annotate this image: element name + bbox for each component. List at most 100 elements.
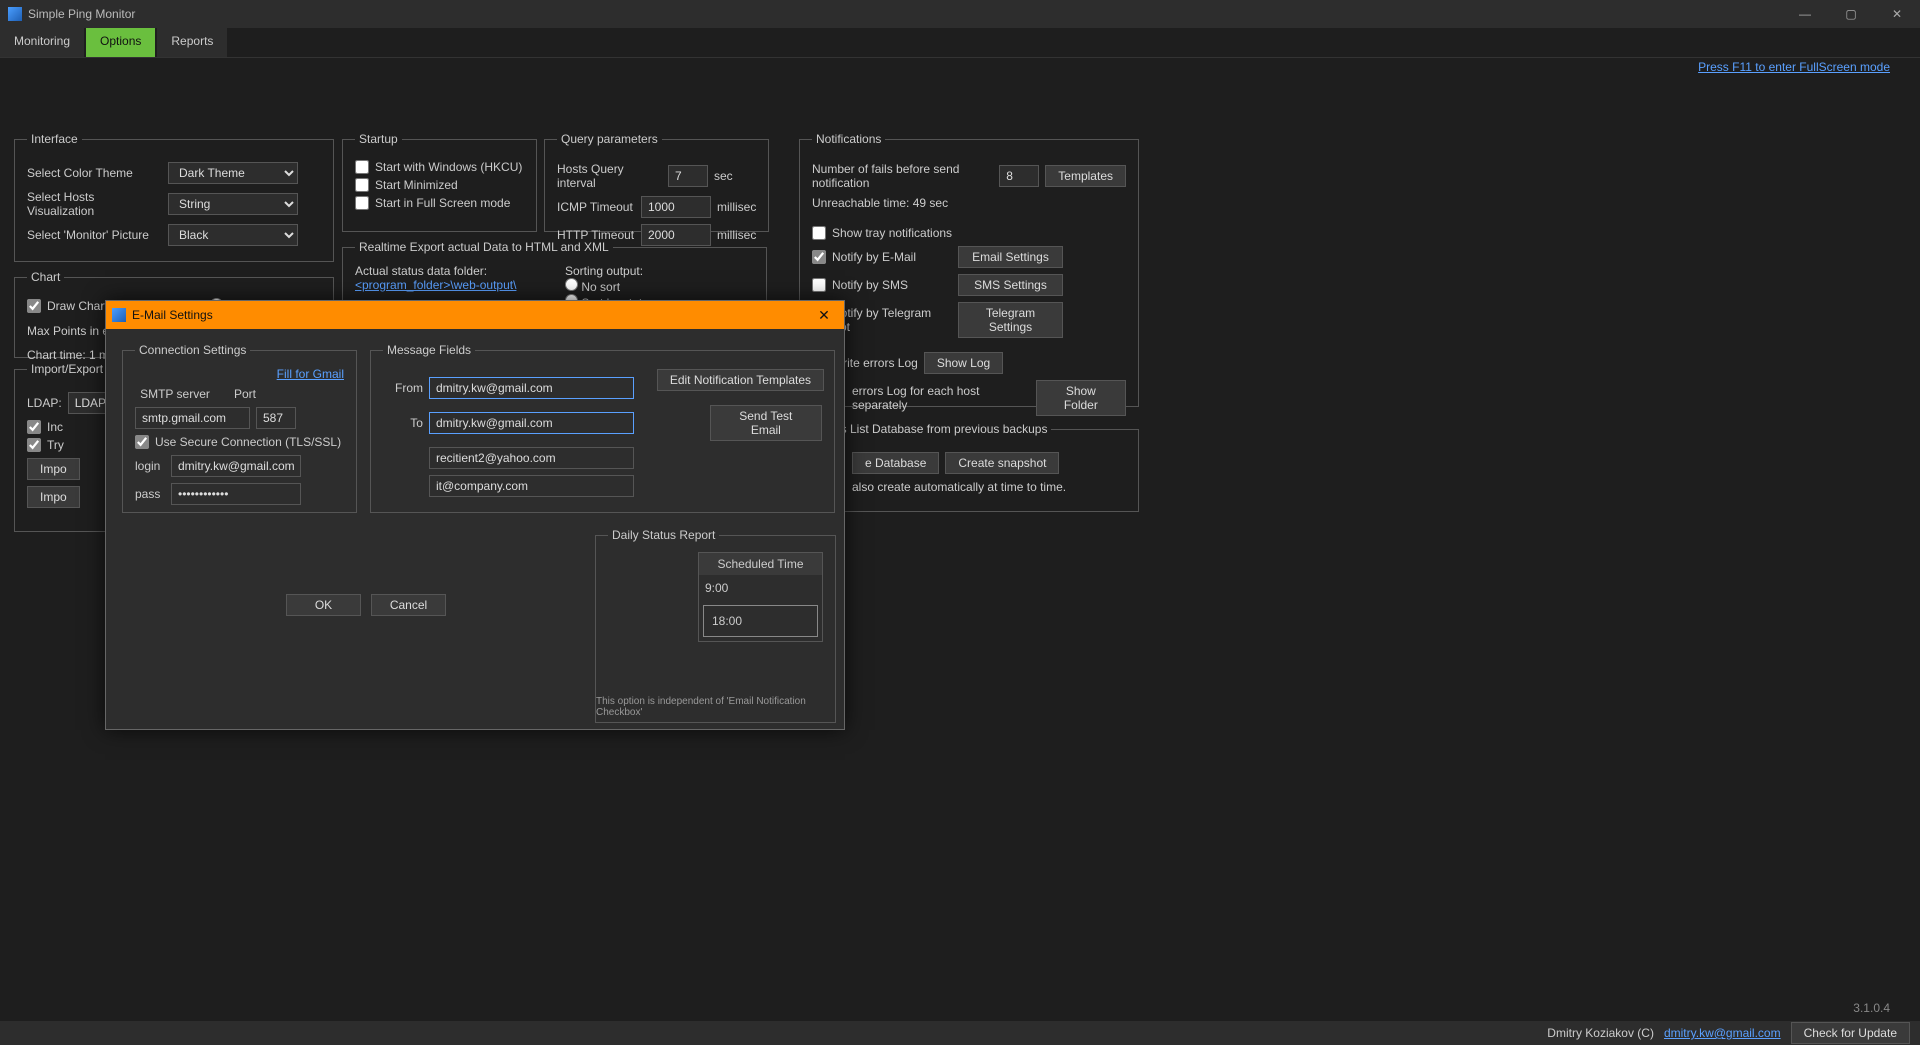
interface-group: Interface Select Color Theme Dark Theme … [14,132,334,262]
import-export-legend: Import/Export h [27,362,117,376]
tab-monitoring[interactable]: Monitoring [0,28,84,57]
app-icon [8,7,22,21]
ldap-label: LDAP: [27,396,62,410]
tray-checkbox[interactable] [812,226,826,240]
connection-settings-group: Connection Settings Fill for Gmail SMTP … [122,343,357,513]
smtp-input[interactable] [135,407,250,429]
errors-per-host-label: errors Log for each host separately [852,384,1030,412]
close-button[interactable]: ✕ [1874,0,1920,28]
secure-checkbox[interactable] [135,435,149,449]
interface-legend: Interface [27,132,82,146]
to-input-3[interactable] [429,475,634,497]
tray-label: Show tray notifications [832,226,952,240]
start-fullscreen-checkbox[interactable] [355,196,369,210]
secure-label: Use Secure Connection (TLS/SSL) [155,435,341,449]
sec-label: sec [714,169,733,183]
dialog-close-button[interactable]: ✕ [810,307,838,324]
ok-button[interactable]: OK [286,594,361,616]
telegram-settings-button[interactable]: Telegram Settings [958,302,1063,338]
show-folder-button[interactable]: Show Folder [1036,380,1126,416]
query-legend: Query parameters [557,132,662,146]
titlebar: Simple Ping Monitor — ▢ ✕ [0,0,1920,28]
fails-label: Number of fails before send notification [812,162,993,190]
also-create-label: also create automatically at time to tim… [852,480,1066,494]
telegram-label: Notify by Telegram Bot [832,306,952,334]
check-update-button[interactable]: Check for Update [1791,1022,1910,1044]
inc-checkbox[interactable] [27,420,41,434]
millisec-label-2: millisec [717,228,756,242]
smtp-label: SMTP server [135,387,215,401]
minimize-button[interactable]: — [1782,0,1828,28]
monitor-pic-select[interactable]: Black [168,224,298,246]
no-sort-radio[interactable] [565,278,578,291]
sms-label: Notify by SMS [832,278,952,292]
sms-checkbox[interactable] [812,278,826,292]
chart-legend: Chart [27,270,64,284]
version-label: 3.1.0.4 [1853,1001,1890,1015]
hosts-vis-label: Select Hosts Visualization [27,190,162,218]
try-label: Try [47,438,64,452]
daily-legend: Daily Status Report [608,528,719,542]
daily-note: This option is independent of 'Email Not… [596,696,829,718]
start-windows-checkbox[interactable] [355,160,369,174]
email-checkbox[interactable] [812,250,826,264]
email-settings-dialog: E-Mail Settings ✕ Connection Settings Fi… [105,300,845,730]
try-checkbox[interactable] [27,438,41,452]
author-email-link[interactable]: dmitry.kw@gmail.com [1664,1026,1781,1040]
edit-templates-button[interactable]: Edit Notification Templates [657,369,824,391]
actual-folder-label: Actual status data folder: [355,264,487,278]
maximize-button[interactable]: ▢ [1828,0,1874,28]
create-snapshot-button[interactable]: Create snapshot [945,452,1059,474]
to-input[interactable] [429,412,634,434]
footer: Dmitry Koziakov (C) dmitry.kw@gmail.com … [0,1021,1920,1045]
actual-folder-link[interactable]: <program_folder>\web-output\ [355,278,516,292]
inc-label: Inc [47,420,63,434]
cancel-button[interactable]: Cancel [371,594,446,616]
email-settings-button[interactable]: Email Settings [958,246,1063,268]
app-title: Simple Ping Monitor [28,7,135,21]
hosts-vis-select[interactable]: String [168,193,298,215]
fill-gmail-link[interactable]: Fill for Gmail [277,367,344,381]
login-input[interactable] [171,455,301,477]
to-input-2[interactable] [429,447,634,469]
hosts-interval-input[interactable] [668,165,708,187]
scheduled-time-header: Scheduled Time [699,553,822,575]
draw-charts-checkbox[interactable] [27,299,41,313]
start-minimized-checkbox[interactable] [355,178,369,192]
port-label: Port [225,387,265,401]
login-label: login [135,459,165,473]
from-label: From [383,381,423,395]
import-button-1[interactable]: Impo [27,458,80,480]
startup-group: Startup Start with Windows (HKCU) Start … [342,132,537,232]
show-log-button[interactable]: Show Log [924,352,1003,374]
import-button-2[interactable]: Impo [27,486,80,508]
tab-reports[interactable]: Reports [157,28,227,57]
to-label: To [383,416,423,430]
color-theme-select[interactable]: Dark Theme [168,162,298,184]
monitor-pic-label: Select 'Monitor' Picture [27,228,162,242]
color-theme-label: Select Color Theme [27,166,162,180]
startup-legend: Startup [355,132,402,146]
start-windows-label: Start with Windows (HKCU) [375,160,522,174]
notifications-legend: Notifications [812,132,885,146]
restore-db-button[interactable]: e Database [852,452,939,474]
scheduled-time-2[interactable]: 18:00 [703,605,818,637]
dialog-icon [112,308,126,322]
dialog-title: E-Mail Settings [132,308,213,322]
http-input[interactable] [641,224,711,246]
fails-input[interactable] [999,165,1039,187]
connection-legend: Connection Settings [135,343,250,357]
port-input[interactable] [256,407,296,429]
query-group: Query parameters Hosts Query intervalsec… [544,132,769,232]
pass-input[interactable] [171,483,301,505]
send-test-button[interactable]: Send Test Email [710,405,822,441]
options-content: Interface Select Color Theme Dark Theme … [0,58,1920,78]
from-input[interactable] [429,377,634,399]
tab-options[interactable]: Options [86,28,155,57]
scheduled-time-1[interactable]: 9:00 [699,575,822,601]
millisec-label-1: millisec [717,200,756,214]
author-label: Dmitry Koziakov (C) [1547,1026,1654,1040]
icmp-input[interactable] [641,196,711,218]
sms-settings-button[interactable]: SMS Settings [958,274,1063,296]
templates-button[interactable]: Templates [1045,165,1126,187]
